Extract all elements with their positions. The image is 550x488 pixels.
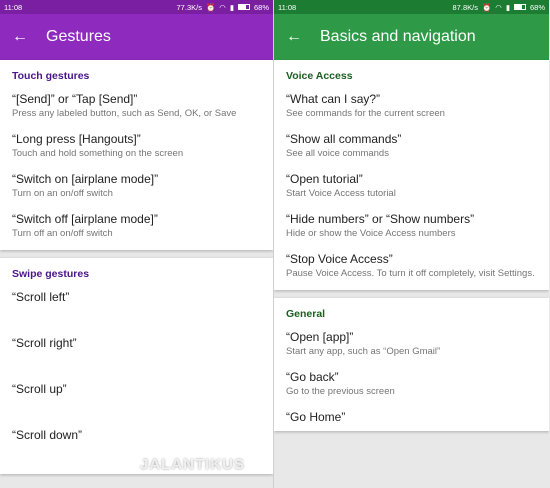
page-title: Gestures xyxy=(46,28,111,45)
command-description: Pause Voice Access. To turn it off compl… xyxy=(286,268,535,279)
arrow-back-icon[interactable]: ← xyxy=(286,29,306,45)
list-item[interactable]: “Stop Voice Access” Pause Voice Access. … xyxy=(274,246,549,290)
status-bar: 11:08 87.8K/s ⏰ ◠ ▮ 68% xyxy=(274,0,549,14)
network-speed: 77.3K/s xyxy=(176,2,202,12)
command-description: Touch and hold something on the screen xyxy=(12,148,184,159)
command-description: Turn off an on/off switch xyxy=(12,228,113,239)
command-label: “Stop Voice Access” xyxy=(286,252,393,266)
list-item[interactable]: “Long press [Hangouts]” Touch and hold s… xyxy=(0,126,273,166)
command-label: “Scroll down” xyxy=(12,428,83,442)
command-label: “Go back” xyxy=(286,370,339,384)
command-label: “Open [app]” xyxy=(286,330,354,344)
command-description: Press any labeled button, such as Send, … xyxy=(12,108,237,119)
signal-icon: ▮ xyxy=(505,2,510,12)
command-label: “Hide numbers” or “Show numbers” xyxy=(286,212,475,226)
wifi-icon: ◠ xyxy=(219,2,226,12)
wifi-icon: ◠ xyxy=(495,2,502,12)
list-item[interactable]: “Hide numbers” or “Show numbers” Hide or… xyxy=(274,206,549,246)
basics-navigation-screen: 11:08 87.8K/s ⏰ ◠ ▮ 68% ← Basics and nav… xyxy=(274,0,549,488)
command-label: “Scroll left” xyxy=(12,290,70,304)
alarm-icon: ⏰ xyxy=(481,2,492,12)
command-label: “Switch off [airplane mode]” xyxy=(12,212,158,226)
section-header: General xyxy=(286,308,326,320)
list-item[interactable]: “[Send]” or “Tap [Send]” Press any label… xyxy=(0,86,273,126)
list-item[interactable]: “Show all commands” See all voice comman… xyxy=(274,126,549,166)
list-item[interactable]: “Scroll up” xyxy=(0,376,273,422)
status-icons: 87.8K/s ⏰ ◠ ▮ 68% xyxy=(453,3,545,12)
watermark-logo: JALANTIKUS xyxy=(140,456,246,473)
battery-percent: 68% xyxy=(529,2,545,12)
list-item[interactable]: “Switch on [airplane mode]” Turn on an o… xyxy=(0,166,273,206)
voice-access-card: Voice Access “What can I say?” See comma… xyxy=(274,60,549,290)
swipe-gestures-card: Swipe gestures “Scroll left” “Scroll rig… xyxy=(0,258,273,474)
status-time: 11:08 xyxy=(4,2,23,12)
command-label: “Switch on [airplane mode]” xyxy=(12,172,159,186)
general-card: General “Open [app]” Start any app, such… xyxy=(274,298,549,431)
command-label: “Show all commands” xyxy=(286,132,402,146)
battery-icon xyxy=(513,4,526,10)
command-description: Turn on an on/off switch xyxy=(12,188,113,199)
command-label: “Scroll right” xyxy=(12,336,77,350)
header-area: 11:08 87.8K/s ⏰ ◠ ▮ 68% ← Basics and nav… xyxy=(274,0,549,60)
list-item[interactable]: “Go back” Go to the previous screen xyxy=(274,364,549,404)
command-description: See all voice commands xyxy=(286,148,389,159)
command-label: “Scroll up” xyxy=(12,382,67,396)
screens: 11:08 77.3K/s ⏰ ◠ ▮ 68% ← Gestures Touch… xyxy=(0,0,550,488)
alarm-icon: ⏰ xyxy=(205,2,216,12)
page-title: Basics and navigation xyxy=(320,28,476,45)
list-item[interactable]: “Open [app]” Start any app, such as “Ope… xyxy=(274,324,549,364)
status-bar: 11:08 77.3K/s ⏰ ◠ ▮ 68% xyxy=(0,0,273,14)
header-area: 11:08 77.3K/s ⏰ ◠ ▮ 68% ← Gestures xyxy=(0,0,273,60)
command-description: Start Voice Access tutorial xyxy=(286,188,396,199)
app-bar: ← Gestures xyxy=(0,14,273,60)
command-label: “[Send]” or “Tap [Send]” xyxy=(12,92,138,106)
list-item[interactable]: “Scroll right” xyxy=(0,330,273,376)
list-item[interactable]: “What can I say?” See commands for the c… xyxy=(274,86,549,126)
command-label: “Open tutorial” xyxy=(286,172,363,186)
gestures-screen: 11:08 77.3K/s ⏰ ◠ ▮ 68% ← Gestures Touch… xyxy=(0,0,274,488)
network-speed: 87.8K/s xyxy=(452,2,478,12)
command-label: “What can I say?” xyxy=(286,92,381,106)
touch-gestures-card: Touch gestures “[Send]” or “Tap [Send]” … xyxy=(0,60,273,250)
section-header: Swipe gestures xyxy=(12,268,90,280)
command-description: See commands for the current screen xyxy=(286,108,445,119)
arrow-back-icon[interactable]: ← xyxy=(12,29,32,45)
list-item[interactable]: “Switch off [airplane mode]” Turn off an… xyxy=(0,206,273,250)
status-icons: 77.3K/s ⏰ ◠ ▮ 68% xyxy=(177,3,269,12)
command-description: Start any app, such as “Open Gmail” xyxy=(286,346,441,357)
battery-icon xyxy=(237,4,250,10)
list-item[interactable]: “Open tutorial” Start Voice Access tutor… xyxy=(274,166,549,206)
list-item[interactable]: “Go Home” xyxy=(274,404,549,431)
section-header: Touch gestures xyxy=(12,70,90,82)
command-description: Go to the previous screen xyxy=(286,386,395,397)
signal-icon: ▮ xyxy=(229,2,234,12)
command-description: Hide or show the Voice Access numbers xyxy=(286,228,456,239)
app-bar: ← Basics and navigation xyxy=(274,14,549,60)
command-label: “Go Home” xyxy=(286,410,346,424)
status-time: 11:08 xyxy=(278,2,297,12)
list-item[interactable]: “Scroll left” xyxy=(0,284,273,330)
battery-percent: 68% xyxy=(253,2,269,12)
section-header: Voice Access xyxy=(286,70,353,82)
command-label: “Long press [Hangouts]” xyxy=(12,132,141,146)
